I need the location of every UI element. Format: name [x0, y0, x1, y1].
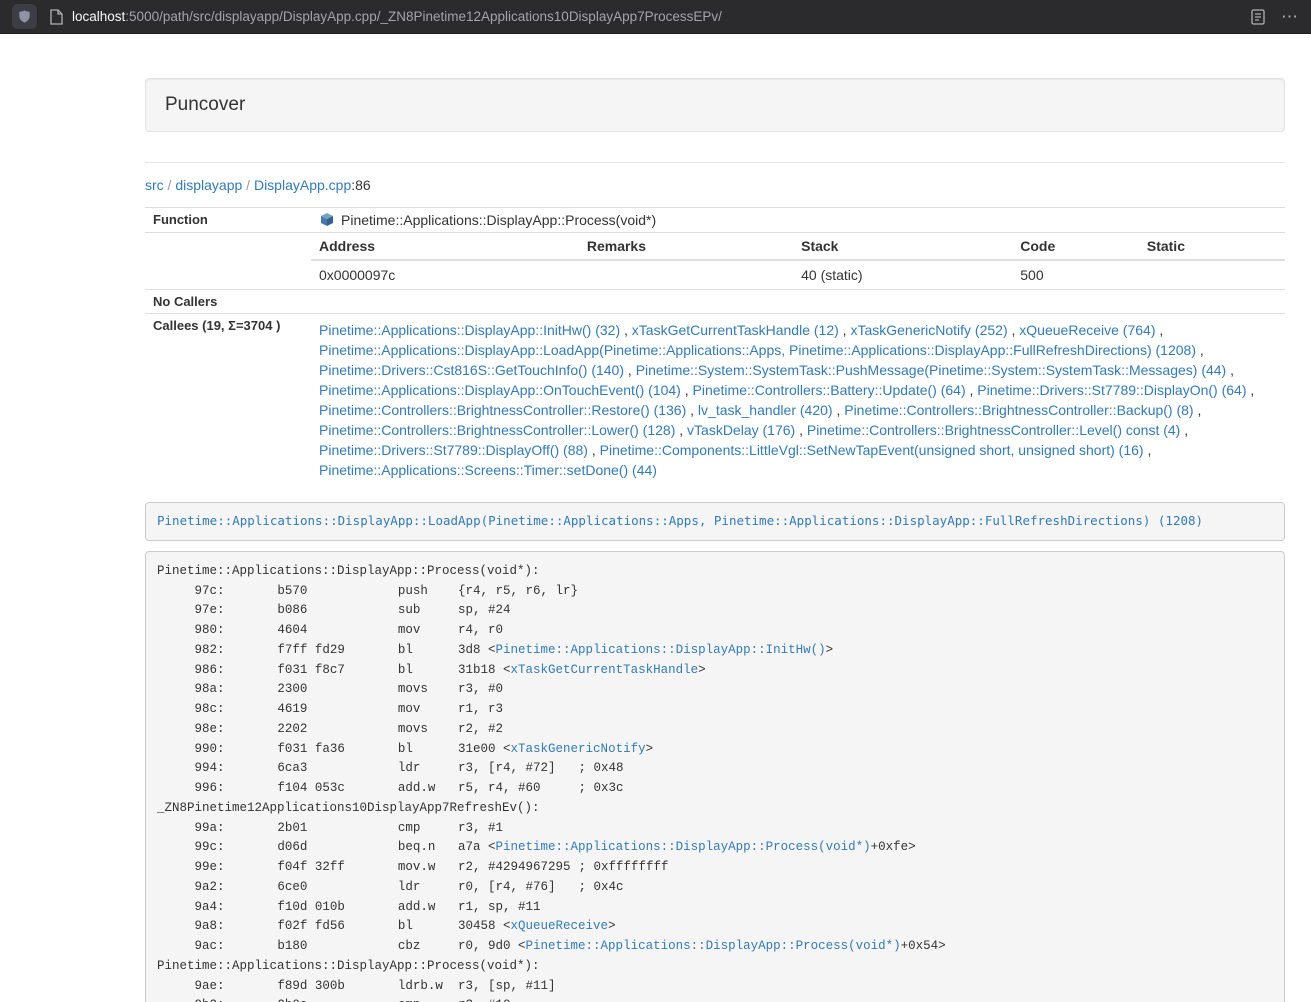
callee-link[interactable]: Pinetime::Controllers::BrightnessControl…	[807, 422, 1180, 438]
callee-link[interactable]: Pinetime::Controllers::Battery::Update()…	[693, 382, 966, 398]
function-table: Function Pinetime::Applications::Display…	[145, 207, 1285, 486]
code-symbol-link[interactable]: Pinetime::Applications::DisplayApp::Proc…	[496, 840, 871, 854]
overflow-menu-icon[interactable]: ⋯	[1281, 8, 1299, 25]
stats-value-code: 500	[1012, 260, 1139, 289]
callee-link[interactable]: Pinetime::Applications::DisplayApp::Load…	[319, 342, 1196, 358]
no-callers-label: No Callers	[145, 290, 311, 314]
highlighted-symbol-box: Pinetime::Applications::DisplayApp::Load…	[145, 502, 1285, 541]
disassembly-code: Pinetime::Applications::DisplayApp::Proc…	[157, 564, 946, 1002]
function-name: Pinetime::Applications::DisplayApp::Proc…	[341, 212, 656, 228]
callee-link[interactable]: lv_task_handler (420)	[698, 402, 833, 418]
browser-toolbar: localhost:5000/path/src/displayapp/Displ…	[0, 0, 1311, 34]
callee-link[interactable]: Pinetime::Controllers::BrightnessControl…	[844, 402, 1193, 418]
breadcrumb-line-number: :86	[351, 177, 370, 193]
url-host: localhost	[72, 9, 125, 24]
stats-row: Address Remarks Stack Code Static 0x0000…	[145, 233, 1285, 290]
stats-value-stack: 40 (static)	[793, 260, 1012, 289]
page-title: Puncover	[165, 93, 1265, 117]
stats-header-remarks: Remarks	[579, 233, 793, 260]
stats-header-stack: Stack	[793, 233, 1012, 260]
function-name-cell: Pinetime::Applications::DisplayApp::Proc…	[311, 208, 1285, 233]
code-symbol-link[interactable]: xTaskGenericNotify	[511, 742, 646, 756]
callee-link[interactable]: Pinetime::Applications::DisplayApp::Init…	[319, 322, 620, 338]
app-header-well: Puncover	[145, 78, 1285, 132]
page-icon[interactable]	[50, 9, 63, 25]
code-symbol-link[interactable]: xTaskGetCurrentTaskHandle	[511, 663, 699, 677]
breadcrumb-link-displayapp[interactable]: displayapp	[175, 177, 242, 193]
shield-icon	[17, 9, 32, 24]
callee-link[interactable]: vTaskDelay (176)	[687, 422, 795, 438]
callee-link[interactable]: Pinetime::Controllers::BrightnessControl…	[319, 402, 686, 418]
no-callers-row: No Callers	[145, 290, 1285, 314]
stats-value-static	[1139, 260, 1285, 289]
highlighted-symbol-link[interactable]: Pinetime::Applications::DisplayApp::Load…	[157, 513, 1203, 528]
code-symbol-link[interactable]: Pinetime::Applications::DisplayApp::Proc…	[526, 939, 901, 953]
stats-table: Address Remarks Stack Code Static 0x0000…	[311, 233, 1285, 289]
code-symbol-link[interactable]: xQueueReceive	[511, 919, 609, 933]
callees-cell: Pinetime::Applications::DisplayApp::Init…	[311, 314, 1285, 487]
callee-link[interactable]: xQueueReceive (764)	[1019, 322, 1155, 338]
page-content: Puncover src / displayapp / DisplayApp.c…	[145, 34, 1285, 1002]
callee-link[interactable]: Pinetime::Applications::Screens::Timer::…	[319, 462, 657, 478]
callee-link[interactable]: Pinetime::System::SystemTask::PushMessag…	[636, 362, 1227, 378]
callee-link[interactable]: Pinetime::Components::LittleVgl::SetNewT…	[600, 442, 1144, 458]
callee-link[interactable]: xTaskGetCurrentTaskHandle (12)	[632, 322, 839, 338]
callee-link[interactable]: Pinetime::Controllers::BrightnessControl…	[319, 422, 675, 438]
no-callers-cell	[311, 290, 1285, 314]
callee-link[interactable]: Pinetime::Drivers::St7789::DisplayOn() (…	[977, 382, 1246, 398]
breadcrumb-separator: /	[164, 177, 176, 193]
callee-link[interactable]: Pinetime::Applications::DisplayApp::OnTo…	[319, 382, 681, 398]
callees-list: Pinetime::Applications::DisplayApp::Init…	[319, 318, 1277, 482]
stats-row-label	[145, 233, 311, 290]
shield-badge[interactable]	[12, 4, 37, 29]
callee-link[interactable]: Pinetime::Drivers::Cst816S::GetTouchInfo…	[319, 362, 624, 378]
function-cube-icon	[319, 212, 335, 228]
stats-header-code: Code	[1012, 233, 1139, 260]
breadcrumb: src / displayapp / DisplayApp.cpp:86	[145, 177, 1285, 193]
url-bar[interactable]: localhost:5000/path/src/displayapp/Displ…	[72, 9, 1251, 24]
stats-header-static: Static	[1139, 233, 1285, 260]
callee-link[interactable]: xTaskGenericNotify (252)	[850, 322, 1007, 338]
divider	[145, 162, 1285, 163]
stats-value-row: 0x0000097c 40 (static) 500	[311, 260, 1285, 289]
stats-header-row: Address Remarks Stack Code Static	[311, 233, 1285, 260]
function-row: Function Pinetime::Applications::Display…	[145, 208, 1285, 233]
stats-header-address: Address	[311, 233, 579, 260]
stats-cell: Address Remarks Stack Code Static 0x0000…	[311, 233, 1285, 290]
url-path: :5000/path/src/displayapp/DisplayApp.cpp…	[125, 9, 722, 24]
breadcrumb-link-file[interactable]: DisplayApp.cpp	[254, 177, 351, 193]
callees-row: Callees (19, Σ=3704 ) Pinetime::Applicat…	[145, 314, 1285, 487]
function-label: Function	[145, 208, 311, 233]
callees-label: Callees (19, Σ=3704 )	[145, 314, 311, 487]
breadcrumb-link-src[interactable]: src	[145, 177, 164, 193]
callee-link[interactable]: Pinetime::Drivers::St7789::DisplayOff() …	[319, 442, 588, 458]
stats-value-remarks	[579, 260, 793, 289]
reader-mode-icon[interactable]	[1251, 9, 1265, 25]
code-symbol-link[interactable]: Pinetime::Applications::DisplayApp::Init…	[496, 643, 826, 657]
stats-value-address: 0x0000097c	[311, 260, 579, 289]
disassembly-box: Pinetime::Applications::DisplayApp::Proc…	[145, 551, 1285, 1002]
breadcrumb-separator: /	[242, 177, 254, 193]
